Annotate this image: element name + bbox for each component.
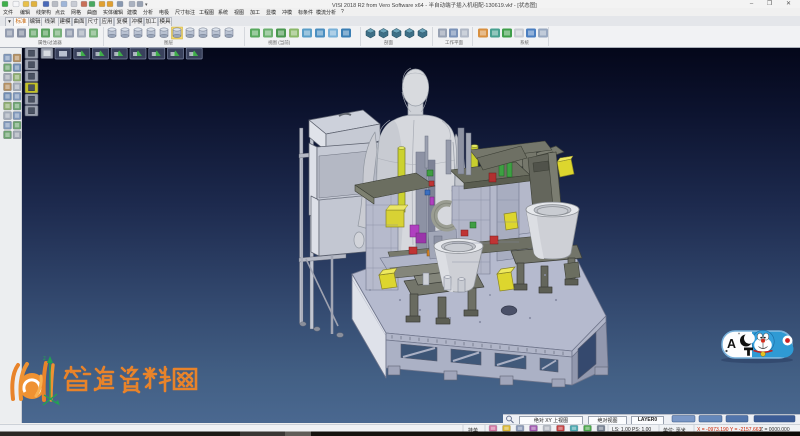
svg-text:▾: ▾ [145,2,148,8]
